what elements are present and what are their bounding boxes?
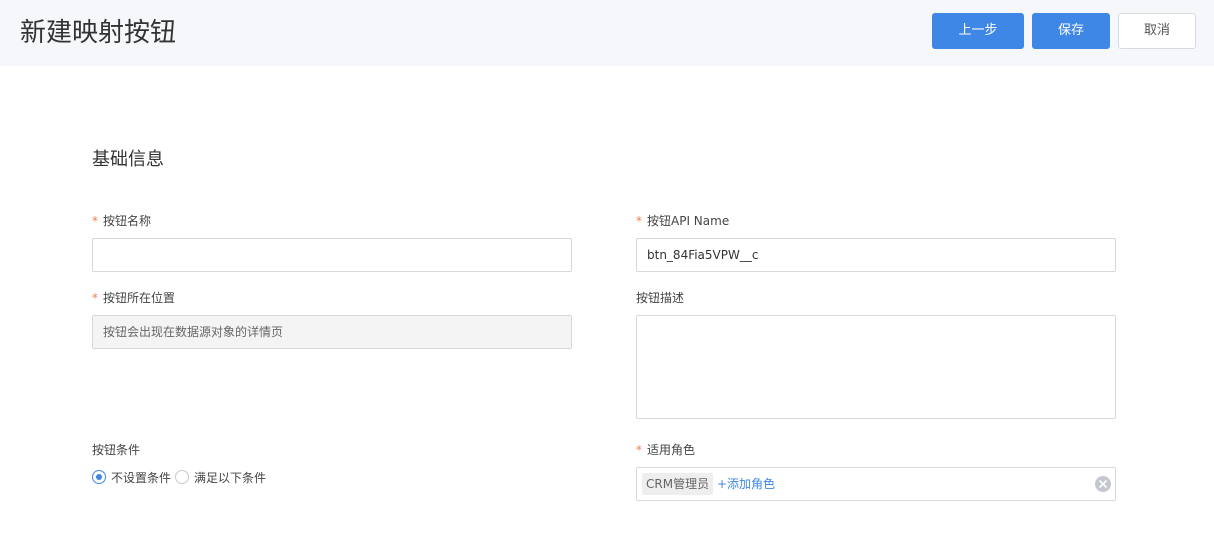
api-name-input[interactable] xyxy=(636,238,1116,272)
description-textarea[interactable] xyxy=(636,315,1116,419)
api-name-label-text: 按钮API Name xyxy=(647,214,730,228)
radio-checked-icon[interactable] xyxy=(92,470,106,484)
radio-no-condition[interactable]: 不设置条件 xyxy=(92,469,171,486)
description-label-text: 按钮描述 xyxy=(636,291,685,305)
section-title: 基础信息 xyxy=(92,149,164,170)
add-role-link[interactable]: +添加角色 xyxy=(717,473,775,495)
position-field: 按钮会出现在数据源对象的详情页 xyxy=(92,315,572,349)
clear-icon[interactable] xyxy=(1095,476,1111,492)
roles-selector[interactable]: CRM管理员 +添加角色 xyxy=(636,467,1116,501)
cancel-button[interactable]: 取消 xyxy=(1118,13,1196,49)
role-tag: CRM管理员 xyxy=(642,473,714,495)
condition-label-text: 按钮条件 xyxy=(92,443,141,457)
required-mark: * xyxy=(92,214,98,228)
radio-unchecked-icon[interactable] xyxy=(175,470,190,484)
save-button[interactable]: 保存 xyxy=(1032,13,1110,49)
description-label: 按钮描述 xyxy=(636,290,684,306)
api-name-label: * 按钮API Name xyxy=(636,213,729,229)
roles-label-text: 适用角色 xyxy=(647,443,696,457)
button-name-label: * 按钮名称 xyxy=(92,213,151,229)
radio-meet-conditions[interactable]: 满足以下条件 xyxy=(175,469,266,486)
required-mark: * xyxy=(92,291,98,305)
radio-label: 满足以下条件 xyxy=(194,470,267,485)
position-label: * 按钮所在位置 xyxy=(92,290,175,306)
required-mark: * xyxy=(636,214,642,228)
prev-step-button[interactable]: 上一步 xyxy=(932,13,1024,49)
radio-label: 不设置条件 xyxy=(111,470,172,485)
button-name-label-text: 按钮名称 xyxy=(103,214,152,228)
condition-label: 按钮条件 xyxy=(92,442,140,458)
required-mark: * xyxy=(636,443,642,457)
condition-radio-group: 不设置条件 满足以下条件 xyxy=(92,468,270,486)
position-label-text: 按钮所在位置 xyxy=(103,291,176,305)
roles-label: * 适用角色 xyxy=(636,442,695,458)
page-title: 新建映射按钮 xyxy=(20,18,177,48)
page-header: 新建映射按钮 上一步 保存 取消 xyxy=(0,0,1214,66)
button-name-input[interactable] xyxy=(92,238,572,272)
